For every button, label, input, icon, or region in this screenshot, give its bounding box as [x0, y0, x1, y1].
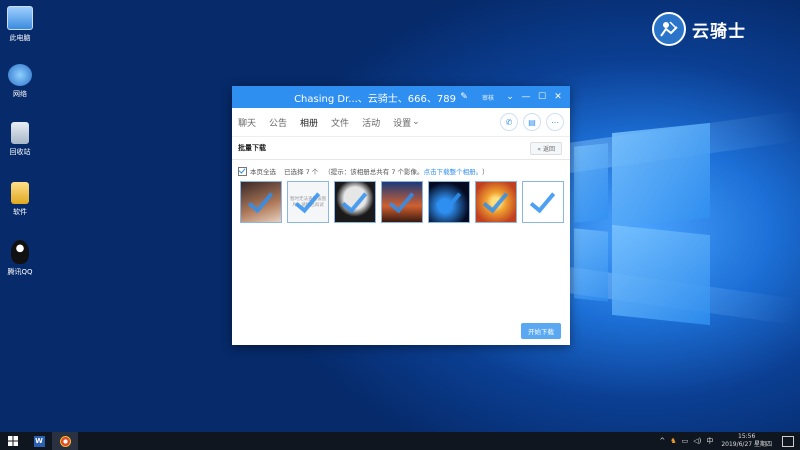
unavailable-message: 暂时无法查看该图片，请稍后再试 — [290, 197, 326, 208]
maximize-button[interactable]: ☐ — [534, 92, 550, 102]
knight-logo-icon — [652, 12, 686, 46]
desktop-icon-software[interactable]: 软件 — [3, 182, 37, 217]
windows-logo-pane — [612, 224, 710, 326]
network-icon[interactable]: ▭ — [682, 437, 689, 445]
desktop-icon-label: 软件 — [13, 208, 27, 216]
network-icon — [8, 64, 32, 86]
word-icon: W — [33, 435, 45, 447]
check-icon — [531, 188, 551, 214]
download-album-link[interactable]: 点击下载整个相册。 — [424, 166, 483, 176]
desktop-icon-qq[interactable]: 腾讯QQ — [3, 240, 37, 277]
selected-count: 已选择 7 个 — [284, 168, 319, 176]
windows-logo-pane — [574, 143, 608, 223]
clock-time: 15:56 — [738, 433, 756, 440]
windows-logo-pane — [574, 228, 608, 302]
tab-activity[interactable]: 活动 — [362, 116, 380, 129]
window-title: Chasing Dr...、云骑士、666、789 — [294, 93, 456, 105]
batch-download-header: 批量下载 « 返回 — [232, 137, 570, 160]
desktop-icon-network[interactable]: 网络 — [3, 64, 37, 99]
recycle-bin-icon — [11, 122, 29, 144]
selection-row: 本页全选 已选择 7 个 （提示：该相册总共有 7 个影像。 点击下载整个相册。… — [232, 160, 570, 176]
tray-chevron-icon[interactable]: ^ — [659, 437, 665, 445]
tab-announcement[interactable]: 公告 — [269, 116, 287, 129]
pencil-icon[interactable]: ✎ — [456, 92, 472, 102]
close-button[interactable]: ✕ — [550, 92, 566, 102]
start-download-button[interactable]: 开始下载 — [521, 323, 561, 339]
select-all-checkbox[interactable] — [238, 166, 247, 176]
desktop-icon-label: 网络 — [13, 90, 27, 98]
thumbnail-photo-2[interactable]: 暂时无法查看该图片，请稍后再试 — [287, 181, 329, 223]
batch-download-label: 批量下载 — [238, 144, 266, 152]
chevron-down-icon[interactable]: ⌄ — [502, 92, 518, 102]
check-icon — [390, 188, 410, 214]
back-button[interactable]: « 返回 — [530, 142, 562, 155]
desktop-icon-label: 此电脑 — [9, 34, 31, 42]
tray-app-icon[interactable]: ♞ — [670, 437, 676, 445]
desktop-icon-computer[interactable]: 此电脑 — [3, 6, 37, 43]
windows-logo-pane — [612, 122, 710, 229]
thumbnail-photo-4[interactable] — [381, 181, 423, 223]
hint-text: （提示：该相册总共有 7 个影像。 — [324, 168, 424, 176]
tab-chat[interactable]: 聊天 — [238, 116, 256, 129]
thumbnail-grid: 暂时无法查看该图片，请稍后再试 — [232, 176, 570, 223]
thumbnail-photo-5[interactable] — [428, 181, 470, 223]
check-icon — [484, 188, 504, 214]
desktop-icon-label: 回收站 — [9, 148, 31, 156]
system-tray: ^ ♞ ▭ ◁) 中 15:56 2019/6/27 星期四 — [654, 432, 794, 450]
back-label: 返回 — [542, 146, 555, 153]
ime-indicator[interactable]: 中 — [706, 436, 713, 446]
check-icon — [343, 188, 363, 214]
notification-icon[interactable] — [782, 435, 794, 447]
tab-action-icons: ✆ ▤ ⋯ — [495, 113, 564, 131]
check-icon — [437, 188, 457, 214]
thumbnail-photo-6[interactable] — [475, 181, 517, 223]
windows-icon — [8, 436, 18, 446]
qq-icon — [11, 240, 29, 264]
desktop-icon-label: 腾讯QQ — [7, 268, 33, 276]
title-bar[interactable]: Chasing Dr...、云骑士、666、789 ✎ 审核 ⌄ — ☐ ✕ — [232, 86, 570, 108]
clock[interactable]: 15:56 2019/6/27 星期四 — [721, 433, 772, 449]
clock-date: 2019/6/27 星期四 — [721, 441, 772, 448]
word-app[interactable]: W — [26, 432, 52, 450]
folder-icon — [11, 182, 29, 204]
select-all-label[interactable]: 本页全选 — [250, 166, 276, 176]
computer-icon — [7, 6, 33, 30]
hint-end: ） — [482, 168, 489, 176]
message-icon[interactable]: ▤ — [523, 113, 541, 131]
tab-bar: 聊天 公告 相册 文件 活动 设置 ⌄ ✆ ▤ ⋯ — [232, 108, 570, 137]
thumbnail-photo-7[interactable] — [522, 181, 564, 223]
brand-name: 云骑士 — [692, 21, 746, 42]
desktop-icon-recycle-bin[interactable]: 回收站 — [3, 122, 37, 157]
thumbnail-photo-1[interactable] — [240, 181, 282, 223]
browser-icon — [59, 435, 71, 447]
tab-files[interactable]: 文件 — [331, 116, 349, 129]
volume-icon[interactable]: ◁) — [693, 437, 701, 445]
thumbnail-photo-3[interactable] — [334, 181, 376, 223]
tab-settings[interactable]: 设置 — [393, 116, 411, 129]
start-button[interactable] — [0, 432, 26, 450]
review-pill[interactable]: 审核 — [482, 93, 494, 102]
chevron-down-icon[interactable]: ⌄ — [412, 117, 420, 127]
check-icon — [249, 188, 269, 214]
more-icon[interactable]: ⋯ — [546, 113, 564, 131]
phone-icon[interactable]: ✆ — [500, 113, 518, 131]
album-window: Chasing Dr...、云骑士、666、789 ✎ 审核 ⌄ — ☐ ✕ 聊… — [232, 86, 570, 345]
browser-app[interactable] — [52, 432, 78, 450]
tab-album[interactable]: 相册 — [300, 116, 318, 129]
brand-watermark: 云骑士 — [652, 12, 746, 46]
taskbar: W ^ ♞ ▭ ◁) 中 15:56 2019/6/27 星期四 — [0, 432, 800, 450]
minimize-button[interactable]: — — [518, 92, 534, 102]
